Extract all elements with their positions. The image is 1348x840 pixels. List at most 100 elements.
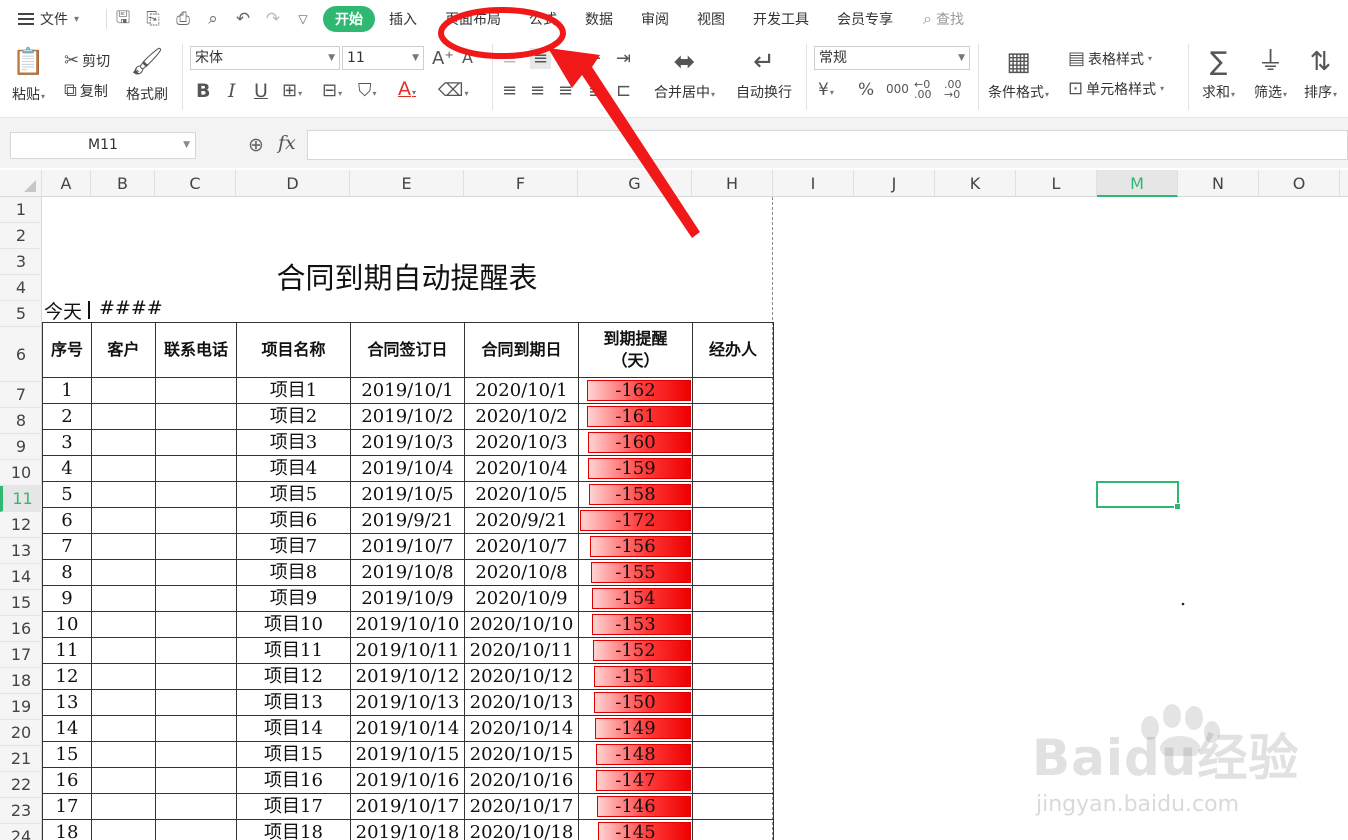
- cell-signed-date[interactable]: 2019/10/12: [350, 663, 465, 690]
- cell-phone[interactable]: [155, 767, 237, 794]
- cell-customer[interactable]: [91, 663, 156, 690]
- cell-no[interactable]: 15: [42, 741, 92, 768]
- cell-signed-date[interactable]: 2019/10/10: [350, 611, 465, 638]
- sum-button[interactable]: ∑ 求和▾: [1202, 44, 1235, 102]
- row-header-7[interactable]: 7: [0, 382, 42, 408]
- filter-button[interactable]: ⏚ 筛选▾: [1254, 44, 1287, 102]
- column-header-g[interactable]: G: [578, 170, 692, 197]
- cell-reminder[interactable]: -148: [578, 741, 693, 768]
- redo-icon[interactable]: ↷: [263, 9, 283, 29]
- row-header-12[interactable]: 12: [0, 512, 42, 538]
- cell-handler[interactable]: [692, 611, 774, 638]
- formula-input[interactable]: [307, 130, 1348, 160]
- header-customer[interactable]: 客户: [91, 322, 156, 378]
- row-header-18[interactable]: 18: [0, 668, 42, 694]
- print-preview-icon[interactable]: ⌕: [203, 9, 223, 29]
- cell-customer[interactable]: [91, 637, 156, 664]
- column-header-o[interactable]: O: [1259, 170, 1340, 197]
- cell-project[interactable]: 项目8: [236, 559, 351, 586]
- cell-no[interactable]: 10: [42, 611, 92, 638]
- cell-phone[interactable]: [155, 559, 237, 586]
- clear-format-icon[interactable]: ⌫▾: [438, 80, 468, 101]
- tab-page-layout[interactable]: 页面布局: [431, 9, 515, 29]
- tab-member[interactable]: 会员专享: [823, 9, 907, 29]
- cell-reminder[interactable]: -149: [578, 715, 693, 742]
- cell-project[interactable]: 项目16: [236, 767, 351, 794]
- header-project[interactable]: 项目名称: [236, 322, 351, 378]
- sort-button[interactable]: ⇅ 排序▾: [1304, 44, 1337, 102]
- header-no[interactable]: 序号: [42, 322, 92, 378]
- tab-developer[interactable]: 开发工具: [739, 9, 823, 29]
- cell-signed-date[interactable]: 2019/10/15: [350, 741, 465, 768]
- cell-expiry-date[interactable]: 2020/10/2: [464, 403, 579, 430]
- cell-customer[interactable]: [91, 585, 156, 612]
- cell-project[interactable]: 项目6: [236, 507, 351, 534]
- row-header-3[interactable]: 3: [0, 249, 42, 275]
- row-header-19[interactable]: 19: [0, 694, 42, 720]
- cell-signed-date[interactable]: 2019/10/9: [350, 585, 465, 612]
- cell-project[interactable]: 项目18: [236, 819, 351, 840]
- file-menu[interactable]: 文件 ▾: [0, 9, 106, 29]
- cell-no[interactable]: 8: [42, 559, 92, 586]
- cell-customer[interactable]: [91, 533, 156, 560]
- cell-project[interactable]: 项目11: [236, 637, 351, 664]
- cell-expiry-date[interactable]: 2020/10/10: [464, 611, 579, 638]
- cell-phone[interactable]: [155, 507, 237, 534]
- cell-customer[interactable]: [91, 507, 156, 534]
- cell-phone[interactable]: [155, 611, 237, 638]
- cell-handler[interactable]: [692, 403, 774, 430]
- row-header-22[interactable]: 22: [0, 772, 42, 798]
- cell-handler[interactable]: [692, 715, 774, 742]
- cell-signed-date[interactable]: 2019/10/11: [350, 637, 465, 664]
- cell-phone[interactable]: [155, 585, 237, 612]
- cell-customer[interactable]: [91, 819, 156, 840]
- cell-phone[interactable]: [155, 689, 237, 716]
- row-header-8[interactable]: 8: [0, 408, 42, 434]
- cell-no[interactable]: 17: [42, 793, 92, 820]
- merge-center-button[interactable]: ⬌ 合并居中▾: [654, 44, 715, 102]
- cell-handler[interactable]: [692, 429, 774, 456]
- cell-signed-date[interactable]: 2019/10/5: [350, 481, 465, 508]
- cell-phone[interactable]: [155, 481, 237, 508]
- cell-customer[interactable]: [91, 689, 156, 716]
- tab-view[interactable]: 视图: [683, 9, 739, 29]
- conditional-format-button[interactable]: ▦ 条件格式▾: [988, 44, 1049, 102]
- cell-handler[interactable]: [692, 663, 774, 690]
- row-header-11[interactable]: 11: [0, 486, 42, 512]
- increase-font-icon[interactable]: A⁺: [432, 48, 454, 69]
- column-header-f[interactable]: F: [464, 170, 578, 197]
- wrap-text-button[interactable]: ↵ 自动换行: [736, 44, 792, 102]
- row-header-24[interactable]: 24: [0, 824, 42, 840]
- cell-no[interactable]: 6: [42, 507, 92, 534]
- name-box[interactable]: M11 ▼: [10, 132, 196, 159]
- italic-icon[interactable]: I: [228, 80, 236, 102]
- column-header-k[interactable]: K: [935, 170, 1016, 197]
- header-expiry-date[interactable]: 合同到期日: [464, 322, 579, 378]
- row-header-6[interactable]: 6: [0, 327, 42, 382]
- cell-project[interactable]: 项目1: [236, 377, 351, 404]
- cell-customer[interactable]: [91, 377, 156, 404]
- cell-reminder[interactable]: -158: [578, 481, 693, 508]
- cell-no[interactable]: 1: [42, 377, 92, 404]
- cell-reminder[interactable]: -151: [578, 663, 693, 690]
- cell-expiry-date[interactable]: 2020/10/5: [464, 481, 579, 508]
- cell-expiry-date[interactable]: 2020/10/14: [464, 715, 579, 742]
- column-header-m[interactable]: M: [1097, 170, 1178, 197]
- cell-signed-date[interactable]: 2019/10/16: [350, 767, 465, 794]
- cell-phone[interactable]: [155, 403, 237, 430]
- cell-reminder[interactable]: -156: [578, 533, 693, 560]
- cell-project[interactable]: 项目14: [236, 715, 351, 742]
- cell-expiry-date[interactable]: 2020/10/9: [464, 585, 579, 612]
- row-header-13[interactable]: 13: [0, 538, 42, 564]
- cell-phone[interactable]: [155, 637, 237, 664]
- cell-handler[interactable]: [692, 481, 774, 508]
- cell-signed-date[interactable]: 2019/10/18: [350, 819, 465, 840]
- row-header-4[interactable]: 4: [0, 275, 42, 301]
- merge-borders-icon[interactable]: ⊟▾: [322, 80, 342, 101]
- cell-expiry-date[interactable]: 2020/10/8: [464, 559, 579, 586]
- justify-icon[interactable]: ≣: [588, 80, 603, 101]
- save-icon[interactable]: 🖫: [113, 5, 133, 34]
- cell-no[interactable]: 14: [42, 715, 92, 742]
- row-header-9[interactable]: 9: [0, 434, 42, 460]
- cell-signed-date[interactable]: 2019/10/2: [350, 403, 465, 430]
